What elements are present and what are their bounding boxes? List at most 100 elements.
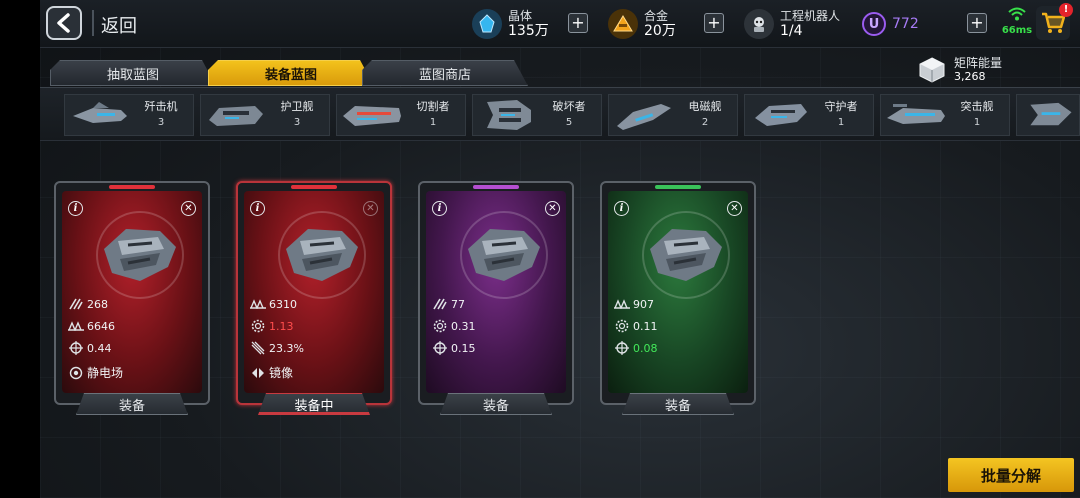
equip-button[interactable]: 装备: [622, 393, 734, 415]
ship-category-guardian[interactable]: 守护者 1: [744, 94, 874, 136]
cutter-ship-icon: [343, 106, 401, 126]
speed-icon: [432, 297, 448, 311]
partial-ship-icon: [1030, 102, 1072, 126]
equip-button[interactable]: 装备: [76, 393, 188, 415]
close-icon[interactable]: ✕: [545, 201, 560, 216]
crystal-icon: [472, 9, 502, 39]
ship-count: 1: [973, 117, 981, 128]
crystal-value: 135万: [508, 23, 549, 39]
tab-draw-blueprint[interactable]: 抽取蓝图: [50, 60, 216, 86]
ship-category-bar: 歼击机 3 护卫舰 3 切割者 1 破坏者 5 电磁舰 2 守护者 1 突击舰 1: [40, 87, 1080, 141]
info-icon[interactable]: i: [68, 201, 83, 216]
ship-artwork: [468, 229, 540, 281]
ship-count: 2: [701, 117, 709, 128]
shop-cart-button[interactable]: !: [1036, 3, 1073, 40]
resource-alloy: 合金 20万: [608, 6, 676, 42]
ship-category-cutter[interactable]: 切割者 1: [336, 94, 466, 136]
target-icon: [432, 341, 448, 355]
resource-crystal: 晶体 135万: [472, 6, 549, 42]
bulk-dismantle-button[interactable]: 批量分解: [948, 458, 1074, 492]
info-icon[interactable]: i: [614, 201, 629, 216]
stat-value: 0.44: [87, 341, 112, 355]
add-crystal-button[interactable]: +: [568, 13, 588, 33]
ship-count: 3: [293, 117, 301, 128]
ship-category-em-ship[interactable]: 电磁舰 2: [608, 94, 738, 136]
ship-count: 1: [837, 117, 845, 128]
blueprint-card[interactable]: i ✕ 6310 1.13 23.3% 镜像 装备中: [236, 181, 392, 405]
matrix-energy: 矩阵能量 3,268: [918, 56, 1002, 84]
speed-icon: [68, 297, 84, 311]
ship-artwork: [104, 229, 176, 281]
stat-row: 0.15: [432, 341, 476, 355]
ship-category-frigate[interactable]: 护卫舰 3: [200, 94, 330, 136]
static-field-icon: [68, 366, 84, 380]
left-edge: [0, 0, 40, 498]
stat-row: 268: [68, 297, 108, 311]
network-status: 66ms: [997, 6, 1037, 36]
add-u-currency-button[interactable]: +: [967, 13, 987, 33]
blueprint-card[interactable]: i ✕ 77 0.31 0.15 装备: [418, 181, 574, 405]
stat-row: 6310: [250, 297, 297, 311]
ship-category-partial[interactable]: [1016, 94, 1080, 136]
robot-value: 1/4: [780, 23, 803, 39]
equipped-button[interactable]: 装备中: [258, 393, 370, 415]
tab-blueprint-shop[interactable]: 蓝图商店: [362, 60, 528, 86]
card-panel: [426, 191, 566, 393]
stat-value: 0.15: [451, 341, 476, 355]
close-icon[interactable]: ✕: [727, 201, 742, 216]
resource-u-currency: U 772: [862, 6, 919, 42]
ship-count: 1: [429, 117, 437, 128]
ship-name: 守护者: [824, 100, 858, 113]
stat-row: 6646: [68, 319, 115, 333]
stat-row: 77: [432, 297, 465, 311]
stat-row: 23.3%: [250, 341, 304, 355]
stat-value: 0.11: [633, 319, 658, 333]
ship-name: 护卫舰: [280, 100, 314, 113]
stat-value: 6646: [87, 319, 115, 333]
robot-label: 工程机器人: [780, 9, 841, 23]
stat-value: 907: [633, 297, 654, 311]
target-icon: [68, 341, 84, 355]
ship-artwork: [286, 229, 358, 281]
ship-name: 歼击机: [144, 100, 178, 113]
info-icon[interactable]: i: [250, 201, 265, 216]
card-panel: [608, 191, 748, 393]
destroyer-ship-icon: [487, 100, 531, 130]
ship-name: 切割者: [416, 100, 450, 113]
stat-row: 静电场: [68, 364, 123, 381]
alloy-icon: [608, 9, 638, 39]
blueprint-card[interactable]: i ✕ 907 0.11 0.08 装备: [600, 181, 756, 405]
chevron-left-icon: [57, 13, 70, 33]
ship-name: 电磁舰: [688, 100, 722, 113]
boost-icon: [250, 341, 266, 355]
fighter-ship-icon: [73, 102, 127, 123]
ship-category-destroyer[interactable]: 破坏者 5: [472, 94, 602, 136]
stat-row: 907: [614, 297, 654, 311]
armor-icon: [614, 297, 630, 311]
info-icon[interactable]: i: [432, 201, 447, 216]
stat-value: 268: [87, 297, 108, 311]
rarity-bar: [109, 185, 155, 189]
gear-icon: [614, 319, 630, 333]
stat-row: 镜像: [250, 364, 293, 381]
crystal-label: 晶体: [508, 9, 533, 23]
ping-value: 66ms: [1001, 25, 1033, 36]
close-icon: ✕: [363, 201, 378, 216]
back-label[interactable]: 返回: [101, 12, 137, 38]
ship-category-assault[interactable]: 突击舰 1: [880, 94, 1010, 136]
stat-value: 23.3%: [269, 341, 304, 355]
equip-button[interactable]: 装备: [440, 393, 552, 415]
target-icon: [614, 341, 630, 355]
cart-badge: !: [1059, 3, 1073, 17]
gear-icon: [250, 319, 266, 333]
back-button[interactable]: [46, 6, 82, 40]
add-alloy-button[interactable]: +: [704, 13, 724, 33]
divider: [92, 10, 94, 36]
close-icon[interactable]: ✕: [181, 201, 196, 216]
tab-equip-blueprint[interactable]: 装备蓝图: [208, 60, 374, 86]
ship-category-fighter[interactable]: 歼击机 3: [64, 94, 194, 136]
matrix-cube-icon: [919, 57, 945, 83]
stat-value: 0.08: [633, 341, 658, 355]
armor-icon: [68, 319, 84, 333]
blueprint-card[interactable]: i ✕ 268 6646 0.44 静电场 装备: [54, 181, 210, 405]
